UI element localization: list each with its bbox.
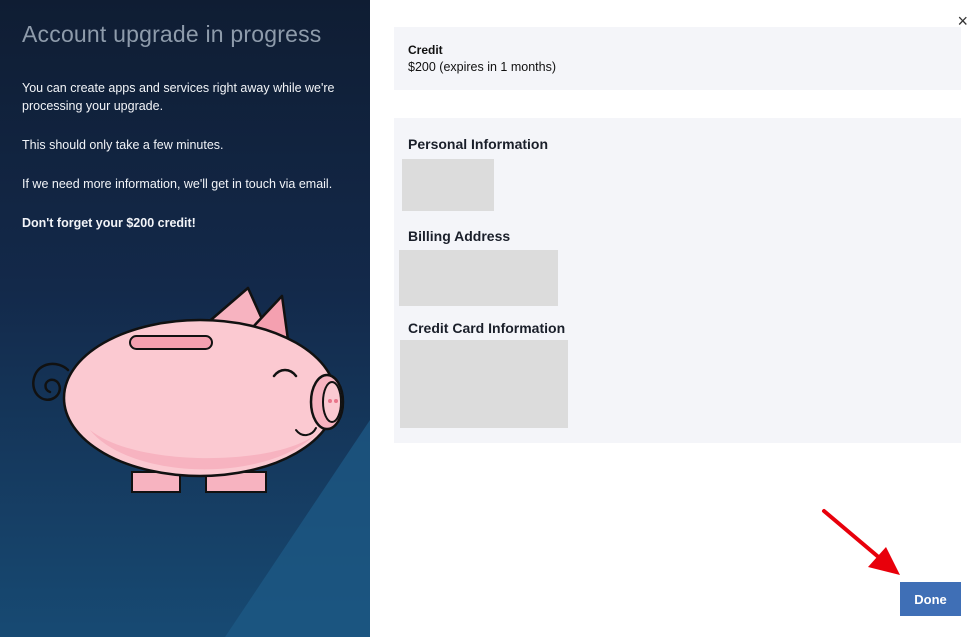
account-details-box: Personal Information Billing Address Cre… — [394, 118, 961, 443]
credit-reminder: Don't forget your $200 credit! — [22, 216, 196, 230]
credit-card-heading: Credit Card Information — [408, 320, 566, 336]
annotation-arrow-icon — [822, 509, 900, 575]
account-summary-panel: × Credit $200 (expires in 1 months) Pers… — [370, 0, 974, 637]
credit-card-summary: Credit $200 (expires in 1 months) — [394, 27, 961, 90]
billing-address-placeholder — [399, 250, 558, 306]
info-paragraph-3: If we need more information, we'll get i… — [22, 177, 333, 191]
credit-value: $200 (expires in 1 months) — [408, 60, 556, 74]
credit-label: Credit — [408, 43, 443, 57]
done-button[interactable]: Done — [900, 582, 961, 616]
credit-card-placeholder — [400, 340, 568, 428]
info-paragraph-2: This should only take a few minutes. — [22, 138, 224, 152]
personal-info-heading: Personal Information — [408, 136, 549, 152]
personal-info-placeholder — [402, 159, 494, 211]
info-paragraph-1: You can create apps and services right a… — [22, 81, 335, 113]
billing-address-heading: Billing Address — [408, 228, 511, 244]
upgrade-info-panel: Account upgrade in progress You can crea… — [0, 0, 370, 637]
piggy-bank-illustration — [32, 286, 345, 493]
panel-title: Account upgrade in progress — [22, 21, 322, 47]
